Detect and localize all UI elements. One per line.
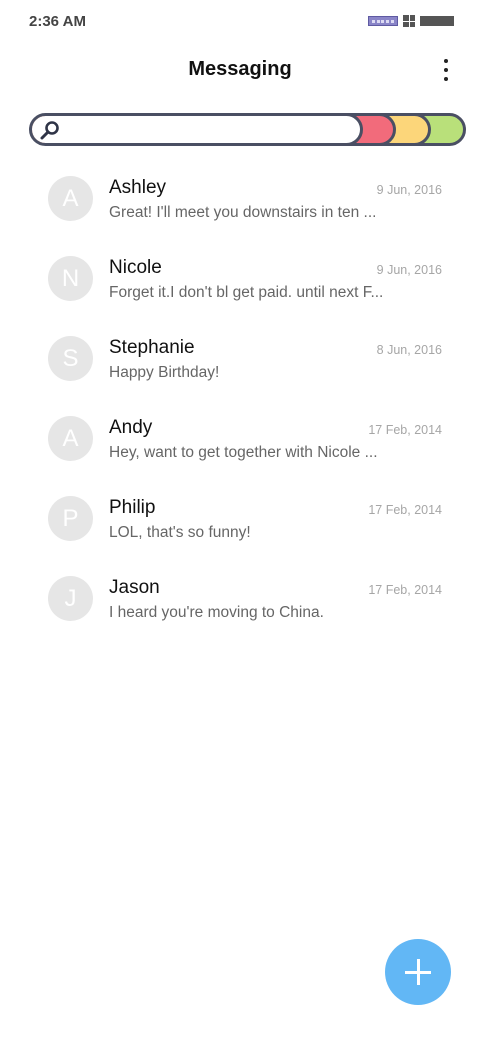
status-icons bbox=[368, 15, 454, 27]
conversation-item-andy[interactable]: A Andy 17 Feb, 2014 Hey, want to get tog… bbox=[0, 398, 480, 478]
status-bar: 2:36 AM bbox=[0, 0, 480, 42]
message-date: 8 Jun, 2016 bbox=[376, 343, 442, 357]
status-time: 2:36 AM bbox=[29, 13, 86, 30]
message-date: 9 Jun, 2016 bbox=[376, 263, 442, 277]
search-icon bbox=[40, 121, 59, 140]
search-bar[interactable] bbox=[29, 113, 466, 146]
new-message-button[interactable] bbox=[385, 939, 451, 1005]
conversation-item-philip[interactable]: P Philip 17 Feb, 2014 LOL, that's so fun… bbox=[0, 478, 480, 558]
message-preview: LOL, that's so funny! bbox=[109, 524, 251, 541]
conversation-item-jason[interactable]: J Jason 17 Feb, 2014 I heard you're movi… bbox=[0, 558, 480, 638]
contact-name: Philip bbox=[109, 497, 156, 518]
contact-name: Andy bbox=[109, 417, 153, 438]
notification-icon bbox=[368, 16, 398, 26]
message-preview: Great! I'll meet you downstairs in ten .… bbox=[109, 204, 377, 221]
apps-grid-icon bbox=[403, 15, 415, 27]
message-preview: Happy Birthday! bbox=[109, 364, 220, 381]
message-date: 9 Jun, 2016 bbox=[376, 183, 442, 197]
app-header: Messaging bbox=[0, 50, 480, 92]
contact-name: Ashley bbox=[109, 177, 167, 198]
page-title: Messaging bbox=[188, 58, 292, 80]
avatar: A bbox=[48, 176, 93, 221]
message-preview: I heard you're moving to China. bbox=[109, 604, 324, 621]
more-options-button[interactable] bbox=[436, 56, 456, 84]
avatar: A bbox=[48, 416, 93, 461]
conversation-item-nicole[interactable]: N Nicole 9 Jun, 2016 Forget it.I don't b… bbox=[0, 238, 480, 318]
contact-name: Stephanie bbox=[109, 337, 195, 358]
message-preview: Forget it.I don't bl get paid. until nex… bbox=[109, 284, 384, 301]
avatar: S bbox=[48, 336, 93, 381]
message-date: 17 Feb, 2014 bbox=[368, 583, 442, 597]
avatar: N bbox=[48, 256, 93, 301]
conversation-item-ashley[interactable]: A Ashley 9 Jun, 2016 Great! I'll meet yo… bbox=[0, 158, 480, 238]
conversation-list: A Ashley 9 Jun, 2016 Great! I'll meet yo… bbox=[0, 158, 480, 638]
conversation-item-stephanie[interactable]: S Stephanie 8 Jun, 2016 Happy Birthday! bbox=[0, 318, 480, 398]
contact-name: Jason bbox=[109, 577, 160, 598]
search-input[interactable] bbox=[66, 116, 360, 143]
message-preview: Hey, want to get together with Nicole ..… bbox=[109, 444, 378, 461]
more-vertical-icon bbox=[444, 59, 448, 63]
battery-icon bbox=[420, 16, 454, 26]
message-date: 17 Feb, 2014 bbox=[368, 423, 442, 437]
avatar: P bbox=[48, 496, 93, 541]
avatar: J bbox=[48, 576, 93, 621]
message-date: 17 Feb, 2014 bbox=[368, 503, 442, 517]
contact-name: Nicole bbox=[109, 257, 162, 278]
